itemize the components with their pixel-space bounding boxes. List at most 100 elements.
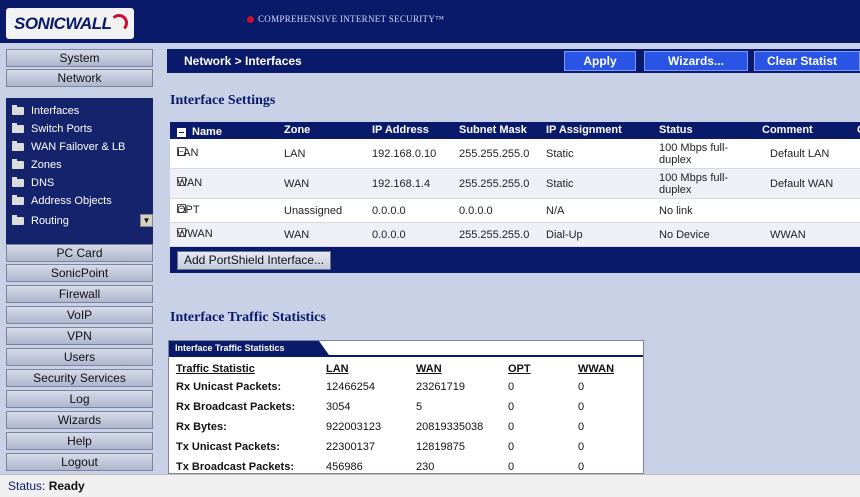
row-mask: 255.255.255.0 xyxy=(459,229,530,241)
table-footer: Add PortShield Interface... xyxy=(170,247,860,273)
nav-network[interactable]: Network xyxy=(6,69,153,87)
nav-logout[interactable]: Logout xyxy=(6,453,153,471)
row-status: 100 Mbps full-duplex xyxy=(659,142,729,166)
table-row[interactable]: − OPT Unassigned 0.0.0.0 0.0.0.0 N/A No l… xyxy=(170,199,860,223)
col-name-header[interactable]: Name xyxy=(177,124,222,138)
stats-lan: 3054 xyxy=(326,401,351,413)
clear-statistics-button[interactable]: Clear Statist xyxy=(754,51,860,71)
col-comment-header[interactable]: Comment xyxy=(762,124,813,136)
apply-button[interactable]: Apply xyxy=(564,51,636,71)
subnav-label: DNS xyxy=(31,177,55,189)
row-ip: 192.168.1.4 xyxy=(372,178,431,190)
row-assign: Dial-Up xyxy=(546,229,583,241)
row-mask: 255.255.255.0 xyxy=(459,178,530,190)
sonicwall-logo: SONICWALL xyxy=(6,8,134,39)
subnav-label: Switch Ports xyxy=(31,123,93,135)
table-row[interactable]: − WWAN WAN 0.0.0.0 255.255.255.0 Dial-Up … xyxy=(170,223,860,247)
stats-opt: 0 xyxy=(508,401,515,413)
stats-label: Rx Unicast Packets: xyxy=(176,381,282,393)
tagline: COMPREHENSIVE INTERNET SECURITY™ xyxy=(247,14,444,24)
folder-icon xyxy=(12,159,24,169)
row-assign: N/A xyxy=(546,205,565,217)
row-ip: 0.0.0.0 xyxy=(372,205,406,217)
top-banner: SONICWALL COMPREHENSIVE INTERNET SECURIT… xyxy=(0,0,860,43)
stats-label: Rx Bytes: xyxy=(176,421,227,433)
tagline-text: COMPREHENSIVE INTERNET SECURITY™ xyxy=(258,14,445,24)
subnav-item-dns[interactable]: DNS xyxy=(12,177,54,189)
stats-col-wwan[interactable]: WWAN xyxy=(578,363,614,375)
nav-wizards[interactable]: Wizards xyxy=(6,411,153,429)
nav-security-services[interactable]: Security Services xyxy=(6,369,153,387)
page-toolbar: Network > Interfaces Apply Wizards... Cl… xyxy=(167,49,860,73)
stats-label: Rx Broadcast Packets: xyxy=(176,401,296,413)
wizards-button[interactable]: Wizards... xyxy=(644,51,748,71)
network-submenu: Interfaces Switch Ports WAN Failover & L… xyxy=(6,98,153,253)
subnav-item-interfaces[interactable]: Interfaces xyxy=(12,105,79,117)
status-value: Ready xyxy=(48,479,85,493)
stats-opt: 0 xyxy=(508,461,515,473)
row-comment: WWAN xyxy=(770,229,806,241)
subnav-item-routing[interactable]: Routing xyxy=(12,215,69,227)
stats-row: Rx Unicast Packets: 12466254 23261719 0 … xyxy=(169,378,643,398)
stats-col-lan[interactable]: LAN xyxy=(326,363,349,375)
nav-pc-card[interactable]: PC Card xyxy=(6,244,153,262)
traffic-statistics-tab[interactable]: Interface Traffic Statistics xyxy=(169,341,329,355)
nav-firewall[interactable]: Firewall xyxy=(6,285,153,303)
subnav-label: WAN Failover & LB xyxy=(31,141,126,153)
stats-opt: 0 xyxy=(508,441,515,453)
folder-icon xyxy=(12,123,24,133)
nav-help[interactable]: Help xyxy=(6,432,153,450)
folder-icon xyxy=(12,195,24,205)
row-comment: Default LAN xyxy=(770,148,830,160)
subnav-item-zones[interactable]: Zones xyxy=(12,159,62,171)
col-ip-header[interactable]: IP Address xyxy=(372,124,429,136)
col-mask-header[interactable]: Subnet Mask xyxy=(459,124,527,136)
col-status-header[interactable]: Status xyxy=(659,124,693,136)
nav-log[interactable]: Log xyxy=(6,390,153,408)
stats-opt: 0 xyxy=(508,381,515,393)
row-assign: Static xyxy=(546,178,574,190)
subnav-label: Zones xyxy=(31,159,62,171)
subnav-label: Interfaces xyxy=(31,105,80,117)
scroll-down-icon[interactable]: ▼ xyxy=(140,214,153,227)
stats-label: Tx Unicast Packets: xyxy=(176,441,280,453)
sonicwall-admin-window: SONICWALL COMPREHENSIVE INTERNET SECURIT… xyxy=(0,0,860,497)
nav-vpn[interactable]: VPN xyxy=(6,327,153,345)
stats-col-wan[interactable]: WAN xyxy=(416,363,442,375)
stats-col-opt[interactable]: OPT xyxy=(508,363,531,375)
traffic-statistics-title: Interface Traffic Statistics xyxy=(170,310,326,325)
collapse-all-icon[interactable] xyxy=(177,127,186,137)
row-mask: 255.255.255.0 xyxy=(459,148,530,160)
logo-text: SONICWALL xyxy=(14,13,112,33)
subnav-item-address-objects[interactable]: Address Objects xyxy=(12,195,112,207)
col-assign-header[interactable]: IP Assignment xyxy=(546,124,622,136)
stats-row: Rx Bytes: 922003123 20819335038 0 0 xyxy=(169,418,643,438)
row-mask: 0.0.0.0 xyxy=(459,205,493,217)
subnav-item-switch-ports[interactable]: Switch Ports xyxy=(12,123,92,135)
nav-voip[interactable]: VoIP xyxy=(6,306,153,324)
row-status: No link xyxy=(659,205,693,217)
row-status: No Device xyxy=(659,229,710,241)
table-row[interactable]: − WAN WAN 192.168.1.4 255.255.255.0 Stati… xyxy=(170,169,860,199)
row-ip: 0.0.0.0 xyxy=(372,229,406,241)
table-header: Name Zone IP Address Subnet Mask IP Assi… xyxy=(170,122,860,139)
folder-icon xyxy=(12,141,24,151)
stats-wan: 23261719 xyxy=(416,381,465,393)
row-comment: Default WAN xyxy=(770,178,834,190)
stats-wan: 12819875 xyxy=(416,441,465,453)
col-zone-header[interactable]: Zone xyxy=(284,124,310,136)
subnav-label: Routing xyxy=(31,215,69,227)
add-portshield-interface-button[interactable]: Add PortShield Interface... xyxy=(177,251,332,270)
subnav-item-wan-failover[interactable]: WAN Failover & LB xyxy=(12,141,125,153)
stats-row: Rx Broadcast Packets: 3054 5 0 0 xyxy=(169,398,643,418)
stats-wan: 230 xyxy=(416,461,435,473)
table-row[interactable]: − LAN LAN 192.168.0.10 255.255.255.0 Stat… xyxy=(170,139,860,169)
nav-users[interactable]: Users xyxy=(6,348,153,366)
stats-lan: 922003123 xyxy=(326,421,382,433)
nav-sonicpoint[interactable]: SonicPoint xyxy=(6,264,153,282)
status-label: Status: xyxy=(8,479,46,493)
stats-row: Tx Unicast Packets: 22300137 12819875 0 … xyxy=(169,438,643,458)
stats-lan: 12466254 xyxy=(326,381,375,393)
nav-system[interactable]: System xyxy=(6,49,153,67)
stats-col-statistic[interactable]: Traffic Statistic xyxy=(176,363,255,375)
